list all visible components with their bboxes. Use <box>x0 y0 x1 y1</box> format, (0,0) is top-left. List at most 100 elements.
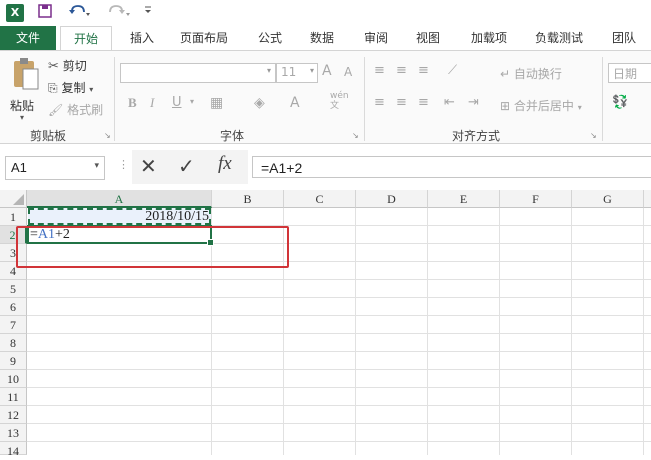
font-group-label: 字体 <box>220 129 245 143</box>
bold-button[interactable]: B <box>128 95 137 111</box>
row-header[interactable]: 10 <box>0 370 27 388</box>
tab-insert[interactable]: 插入 <box>124 26 160 50</box>
insert-function-icon[interactable]: fx <box>218 153 232 175</box>
row-header[interactable]: 8 <box>0 334 27 352</box>
gridline <box>571 208 572 455</box>
chevron-down-icon[interactable]: ▾ <box>190 97 194 106</box>
column-header-f[interactable]: F <box>500 190 572 208</box>
format-painter-button[interactable]: 🖌 格式刷 <box>48 101 103 119</box>
grip-icon: ⋮ <box>118 158 129 171</box>
italic-button[interactable]: I <box>150 95 154 111</box>
formula-bar: A1 ▾ ⋮ ✕ ✓ fx =A1+2 <box>0 150 651 184</box>
worksheet-grid: A B C D E F G 1 2 3 4 5 6 7 8 9 10 11 12… <box>0 190 651 458</box>
column-header-a[interactable]: A <box>27 190 212 208</box>
wrap-text-label: 自动换行 <box>513 67 562 81</box>
row-header[interactable]: 6 <box>0 298 27 316</box>
row-header[interactable]: 13 <box>0 424 27 442</box>
font-name-box[interactable]: ▾ <box>120 63 276 83</box>
tab-formulas[interactable]: 公式 <box>252 26 288 50</box>
alignment-group-label: 对齐方式 <box>452 129 501 143</box>
grow-font-button[interactable]: A <box>322 63 332 79</box>
tab-addins[interactable]: 加载项 <box>464 26 514 50</box>
currency-icon[interactable]: 💱 <box>612 95 628 110</box>
row-header[interactable]: 11 <box>0 388 27 406</box>
font-launcher-icon[interactable]: ↘ <box>352 131 359 140</box>
underline-button[interactable]: U <box>172 95 182 110</box>
merge-center-label: 合并后居中 <box>513 99 574 113</box>
row-header[interactable]: 1 <box>0 208 27 226</box>
column-header-overflow <box>644 190 651 208</box>
gridline <box>355 208 356 455</box>
gridline <box>499 208 500 455</box>
row-header[interactable]: 12 <box>0 406 27 424</box>
tab-home[interactable]: 开始 <box>60 26 112 51</box>
align-right-icon[interactable]: ≡ <box>418 95 429 110</box>
align-top-icon[interactable]: ≡ <box>374 63 385 78</box>
paste-button[interactable]: 粘贴 ▾ <box>8 57 42 125</box>
phonetic-button[interactable]: wén 文 <box>330 91 349 111</box>
column-header-c[interactable]: C <box>284 190 356 208</box>
name-box[interactable]: A1 ▾ <box>5 156 105 180</box>
increase-indent-icon[interactable]: ⇥ <box>468 95 479 110</box>
cut-button[interactable]: ✂ 剪切 <box>48 57 87 75</box>
align-left-icon[interactable]: ≡ <box>374 95 385 110</box>
alignment-launcher-icon[interactable]: ↘ <box>590 131 597 140</box>
tab-load-test[interactable]: 负载测试 <box>528 26 590 50</box>
cell-a1[interactable]: 2018/10/15 <box>28 208 211 225</box>
brush-icon: 🖌 <box>48 103 64 117</box>
wrap-text-icon: ↵ <box>500 67 511 81</box>
divider <box>114 57 115 141</box>
align-bottom-icon[interactable]: ≡ <box>418 63 429 78</box>
column-header-d[interactable]: D <box>356 190 428 208</box>
tab-file[interactable]: 文件 <box>0 26 56 50</box>
font-size-box[interactable]: 11 ▾ <box>276 63 318 83</box>
paste-dropdown-icon[interactable]: ▾ <box>20 113 24 122</box>
gridline <box>27 279 651 280</box>
annotation-highlight-box <box>16 226 289 268</box>
column-header-g[interactable]: G <box>572 190 644 208</box>
gridline <box>27 387 651 388</box>
gridline <box>27 441 651 442</box>
redo-icon[interactable] <box>106 4 132 22</box>
cancel-icon[interactable]: ✕ <box>140 154 157 178</box>
ribbon-tabs: 文件 开始 插入 页面布局 公式 数据 审阅 视图 加载项 负载测试 团队 <box>0 26 651 51</box>
fill-color-icon[interactable]: ◈ <box>254 95 265 111</box>
column-header-b[interactable]: B <box>212 190 284 208</box>
merge-center-button[interactable]: ⊞ 合并后居中 ▾ <box>500 97 582 114</box>
undo-icon[interactable] <box>66 4 92 22</box>
tab-view[interactable]: 视图 <box>410 26 446 50</box>
row-header[interactable]: 14 <box>0 442 27 458</box>
copy-dropdown-icon[interactable]: ▾ <box>89 85 93 94</box>
save-icon[interactable] <box>36 4 54 22</box>
number-format-box[interactable]: 日期 <box>608 63 651 83</box>
copy-label: 复制 <box>61 81 86 95</box>
ribbon: 粘贴 ▾ ✂ 剪切 ⎘ 复制 ▾ 🖌 格式刷 剪贴板 ↘ ▾ 11 ▾ A A … <box>0 50 651 144</box>
clipboard-launcher-icon[interactable]: ↘ <box>104 131 111 140</box>
gridline <box>27 315 651 316</box>
align-center-icon[interactable]: ≡ <box>396 95 407 110</box>
tab-data[interactable]: 数据 <box>304 26 340 50</box>
decrease-indent-icon[interactable]: ⇤ <box>444 95 455 110</box>
font-color-button[interactable]: A <box>290 95 300 111</box>
row-header[interactable]: 9 <box>0 352 27 370</box>
wrap-text-button[interactable]: ↵ 自动换行 <box>500 65 562 82</box>
row-header[interactable]: 5 <box>0 280 27 298</box>
copy-button[interactable]: ⎘ 复制 ▾ <box>48 79 93 97</box>
paste-icon <box>14 58 39 90</box>
orientation-icon[interactable]: ⟋ <box>448 63 457 78</box>
select-all-button[interactable] <box>0 190 27 208</box>
align-middle-icon[interactable]: ≡ <box>396 63 407 78</box>
column-header-e[interactable]: E <box>428 190 500 208</box>
tab-team[interactable]: 团队 <box>604 26 644 50</box>
tab-page-layout[interactable]: 页面布局 <box>174 26 234 50</box>
gridline <box>27 405 651 406</box>
customize-qat-icon[interactable] <box>142 4 154 22</box>
tab-review[interactable]: 审阅 <box>358 26 394 50</box>
shrink-font-button[interactable]: A <box>344 65 352 79</box>
excel-logo-icon: X <box>6 4 24 22</box>
enter-icon[interactable]: ✓ <box>178 154 195 178</box>
row-header[interactable]: 7 <box>0 316 27 334</box>
formula-input[interactable]: =A1+2 <box>252 156 651 178</box>
cut-label: 剪切 <box>62 59 87 73</box>
border-icon[interactable]: ▦ <box>210 95 223 111</box>
